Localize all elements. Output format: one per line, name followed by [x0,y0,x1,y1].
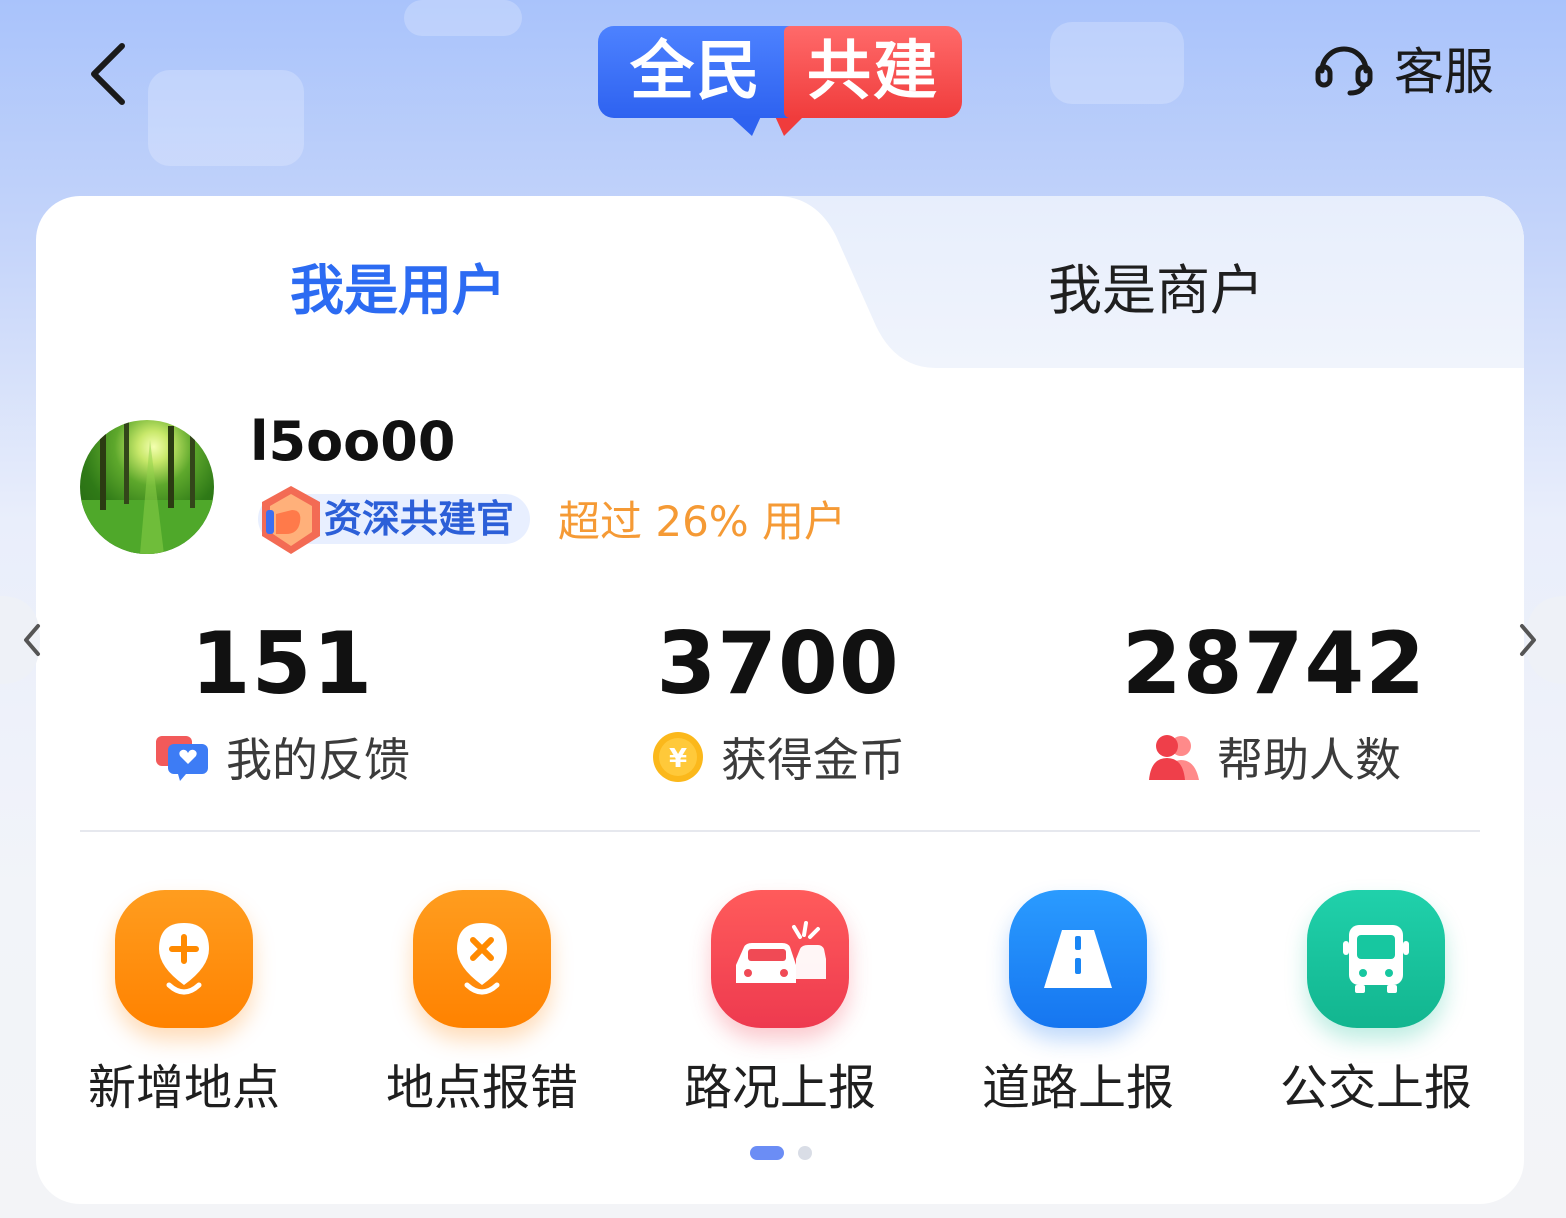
avatar-image [80,420,214,554]
badge-medal-icon [262,486,320,554]
background-decoration [404,0,522,36]
level-badge[interactable]: 资深共建官 [258,486,531,554]
username: l5oo00 [250,410,456,473]
headset-icon [1315,46,1373,96]
avatar[interactable] [80,420,214,554]
tab-merchant[interactable]: 我是商户 [1048,256,1264,326]
badge-label: 资深共建官 [324,497,515,541]
stat-feedback[interactable]: 151 我的反馈 [72,616,492,790]
customer-service-button[interactable]: 客服 [1312,36,1494,101]
traffic-accident-icon [736,921,826,983]
customer-service-label: 客服 [1394,43,1494,101]
stat-helped[interactable]: 28742 帮助人数 [1064,616,1484,790]
tab-user[interactable]: 我是用户 [290,256,506,326]
location-error-icon [457,923,507,995]
road-icon [1044,930,1112,988]
bus-icon [1343,925,1409,993]
divider [80,830,1480,832]
stat-label: 我的反馈 [226,733,410,787]
action-traffic-report[interactable]: 路况上报 [660,890,900,1118]
chevron-left-icon [91,43,125,105]
rank-text: 超过 26% 用户 [558,497,847,546]
action-icon-tile [711,890,849,1028]
action-location-error[interactable]: 地点报错 [362,890,602,1118]
action-road-report[interactable]: 道路上报 [958,890,1198,1118]
stat-label-row: 我的反馈 [72,724,492,790]
page-indicator [750,1146,812,1160]
action-label: 道路上报 [981,1060,1174,1116]
back-button[interactable] [84,40,134,108]
logo-right-text: 共建 [784,26,962,118]
action-icon-tile [413,890,551,1028]
stat-value: 28742 [1121,614,1427,714]
tab-bar: 我是用户 我是商户 [36,196,1524,370]
logo-left-text: 全民 [598,26,794,118]
carousel-next-button[interactable] [1506,596,1566,684]
action-add-location[interactable]: 新增地点 [64,890,304,1118]
tab-background [776,196,1524,368]
action-label: 地点报错 [385,1060,578,1116]
coin-icon: ¥ [653,732,703,782]
main-card: 我是用户 我是商户 l5oo00 资深共建官 超过 26% 用户 151 我的反… [36,196,1524,1204]
chevron-left-icon [0,596,40,684]
action-bus-report[interactable]: 公交上报 [1256,890,1496,1118]
stat-value: 151 [190,614,374,714]
stat-coins[interactable]: 3700 ¥ 获得金币 [568,616,988,790]
feedback-icon [156,736,208,781]
action-icon-tile [1009,890,1147,1028]
stat-label-row: ¥ 获得金币 [568,724,988,790]
people-icon [1149,735,1199,780]
stat-label-row: 帮助人数 [1064,724,1484,790]
action-label: 新增地点 [87,1060,280,1116]
stat-value: 3700 [656,614,900,714]
stat-label: 帮助人数 [1217,733,1401,787]
action-icon-tile [1307,890,1445,1028]
svg-text:¥: ¥ [669,744,687,774]
background-decoration [1050,22,1184,104]
app-logo: 全民 共建 [598,26,964,138]
action-label: 路况上报 [683,1060,876,1116]
chevron-right-icon [1520,596,1566,684]
action-icon-tile [115,890,253,1028]
carousel-prev-button[interactable] [0,596,60,684]
action-label: 公交上报 [1279,1060,1472,1116]
background-decoration [148,70,304,166]
add-location-icon [159,923,209,995]
page-dot[interactable] [798,1146,812,1160]
stat-label: 获得金币 [721,733,905,787]
page-dot-active[interactable] [750,1146,784,1160]
